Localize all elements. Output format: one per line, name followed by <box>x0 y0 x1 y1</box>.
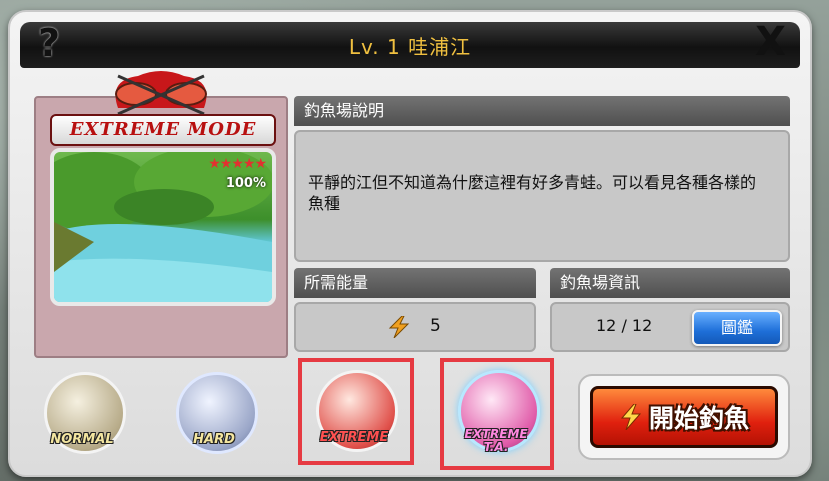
catch-progress: 12 / 12 <box>596 316 653 335</box>
fishing-spot-dialog: Lv. 1 哇浦江 ? X EXTREME MODE ★★★★★ 100% 釣魚… <box>8 10 812 477</box>
mode-preview-panel: EXTREME MODE ★★★★★ 100% <box>34 71 288 358</box>
mode-normal-button[interactable]: NORMAL <box>36 372 128 464</box>
info-box: 12 / 12 圖鑑 <box>550 302 790 352</box>
info-header: 釣魚場資訊 <box>550 268 790 298</box>
mode-normal-label: NORMAL <box>50 432 114 447</box>
mode-banner: EXTREME MODE <box>50 114 276 146</box>
mode-hard-button[interactable]: HARD <box>168 372 260 464</box>
start-fishing-label: 開始釣魚 <box>648 404 749 433</box>
dialog-title: Lv. 1 哇浦江 <box>348 34 472 59</box>
start-lightning-icon <box>620 404 642 430</box>
lightning-icon <box>388 316 410 338</box>
description-header: 釣魚場說明 <box>294 96 790 126</box>
river-scene-icon <box>54 152 272 302</box>
start-fishing-face: 開始釣魚 <box>590 386 778 448</box>
mode-hard-label: HARD <box>193 432 235 447</box>
highlight-extreme-ta <box>440 358 554 470</box>
rating-stars: ★★★★★ <box>208 156 267 172</box>
energy-header: 所需能量 <box>294 268 536 298</box>
help-button[interactable]: ? <box>38 24 60 62</box>
fishing-spot-image: ★★★★★ 100% <box>50 148 276 306</box>
start-fishing-button[interactable]: 開始釣魚 <box>578 374 790 460</box>
description-text: 平靜的江但不知道為什麼這裡有好多青蛙。可以看見各種各樣的魚種 <box>308 173 757 213</box>
completion-percent: 100% <box>225 176 266 191</box>
description-box: 平靜的江但不知道為什麼這裡有好多青蛙。可以看見各種各樣的魚種 <box>294 130 790 262</box>
energy-box: 5 <box>294 302 536 352</box>
title-bar: Lv. 1 哇浦江 <box>20 22 800 68</box>
close-button[interactable]: X <box>755 22 786 62</box>
atlas-button[interactable]: 圖鑑 <box>692 310 782 346</box>
energy-value: 5 <box>430 316 441 336</box>
crossed-fish-emblem-icon <box>115 71 207 116</box>
highlight-extreme <box>298 358 414 465</box>
